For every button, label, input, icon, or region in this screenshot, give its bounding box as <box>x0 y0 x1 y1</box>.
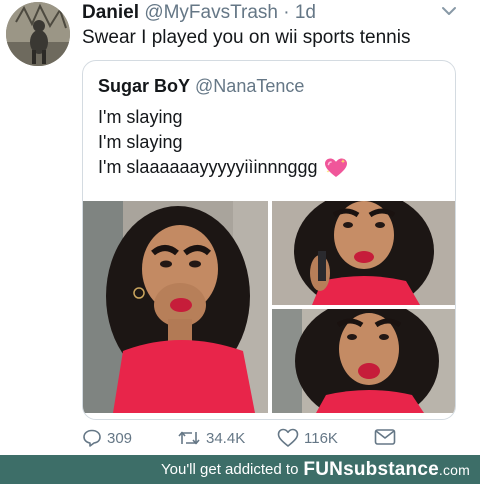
quoted-tweet[interactable]: Sugar BoY @NanaTence I'm slaying I'm sla… <box>82 60 456 420</box>
reply-button[interactable]: 309 <box>82 428 132 448</box>
retweet-icon <box>178 431 200 445</box>
reply-count: 309 <box>107 429 133 447</box>
site-logo[interactable]: FUNsubstance.com <box>303 459 470 481</box>
tweet-text: Swear I played you on wii sports tennis <box>82 27 411 48</box>
site-footer-banner: You'll get addicted to FUNsubstance.com <box>0 455 480 484</box>
sparkling-heart-icon <box>324 158 347 177</box>
tweet: Daniel @MyFavsTrash · 1d Swear I played … <box>0 0 480 455</box>
brand-prefix: FUN <box>303 458 344 480</box>
quoted-line: I'm slaying <box>98 107 183 127</box>
quoted-line: I'm slaaaaaayyyyyiìinnnggg <box>98 157 318 177</box>
retweet-count: 34.4K <box>206 429 246 447</box>
envelope-icon <box>374 429 396 445</box>
quoted-tweet-text: I'm slaying I'm slaying I'm slaaaaaayyyy… <box>98 105 348 180</box>
quoted-line: I'm slaying <box>98 132 183 152</box>
author-handle[interactable]: @MyFavsTrash <box>144 2 278 23</box>
tweet-timestamp[interactable]: · 1d <box>278 2 316 23</box>
direct-message-button[interactable] <box>374 428 396 446</box>
photo-bottom-right[interactable] <box>272 309 455 413</box>
quoted-author-handle: @NanaTence <box>195 76 305 96</box>
tweet-header: Daniel @MyFavsTrash · 1d <box>82 2 316 24</box>
author-name[interactable]: Daniel <box>82 2 139 23</box>
avatar[interactable] <box>6 2 70 66</box>
like-count: 116K <box>304 429 338 447</box>
tweet-actions: 309 34.4K 116K <box>82 428 402 452</box>
chevron-down-icon[interactable] <box>440 4 458 18</box>
heart-icon <box>277 428 299 447</box>
media-grid <box>83 201 455 413</box>
quoted-tweet-header: Sugar BoY @NanaTence <box>98 75 304 97</box>
footer-tagline: You'll get addicted to <box>161 461 299 478</box>
quoted-author-name: Sugar BoY <box>98 76 191 96</box>
like-button[interactable]: 116K <box>277 428 338 448</box>
photo-top-right[interactable] <box>272 201 455 305</box>
brand-domain: .com <box>438 461 470 478</box>
photo-main[interactable] <box>83 201 268 413</box>
reply-icon <box>83 429 101 447</box>
quoted-line-with-emoji: I'm slaaaaaayyyyyiìinnnggg <box>98 155 348 180</box>
retweet-button[interactable]: 34.4K <box>177 428 245 448</box>
brand-main: substance <box>343 458 439 480</box>
